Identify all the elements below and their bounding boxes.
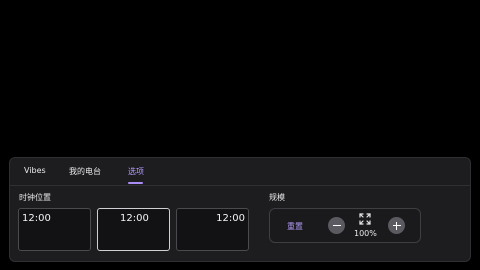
active-tab-indicator bbox=[128, 182, 143, 184]
clock-position-label: 时钟位置 bbox=[19, 193, 51, 202]
scale-control: 重置 100% bbox=[269, 208, 421, 243]
clock-position-left[interactable]: 12:00 bbox=[18, 208, 91, 251]
settings-panel: Vibes 我的电台 选项 时钟位置 12:00 12:00 12:00 规模 … bbox=[9, 157, 471, 262]
scale-value: 100% bbox=[354, 229, 377, 238]
scale-label: 规模 bbox=[269, 193, 285, 202]
clock-position-right[interactable]: 12:00 bbox=[176, 208, 249, 251]
tab-bar: Vibes 我的电台 选项 bbox=[10, 158, 470, 186]
increase-scale-button[interactable] bbox=[388, 217, 405, 234]
decrease-scale-button[interactable] bbox=[328, 217, 345, 234]
clock-preview-time: 12:00 bbox=[22, 213, 51, 224]
clock-position-center[interactable]: 12:00 bbox=[97, 208, 170, 251]
clock-preview-time: 12:00 bbox=[216, 213, 245, 224]
fullscreen-icon bbox=[359, 213, 371, 225]
clock-preview-time: 12:00 bbox=[120, 213, 149, 224]
tab-my-radio[interactable]: 我的电台 bbox=[69, 166, 101, 177]
reset-button[interactable]: 重置 bbox=[287, 221, 303, 232]
tab-options[interactable]: 选项 bbox=[128, 166, 144, 177]
tab-vibes[interactable]: Vibes bbox=[24, 166, 46, 175]
